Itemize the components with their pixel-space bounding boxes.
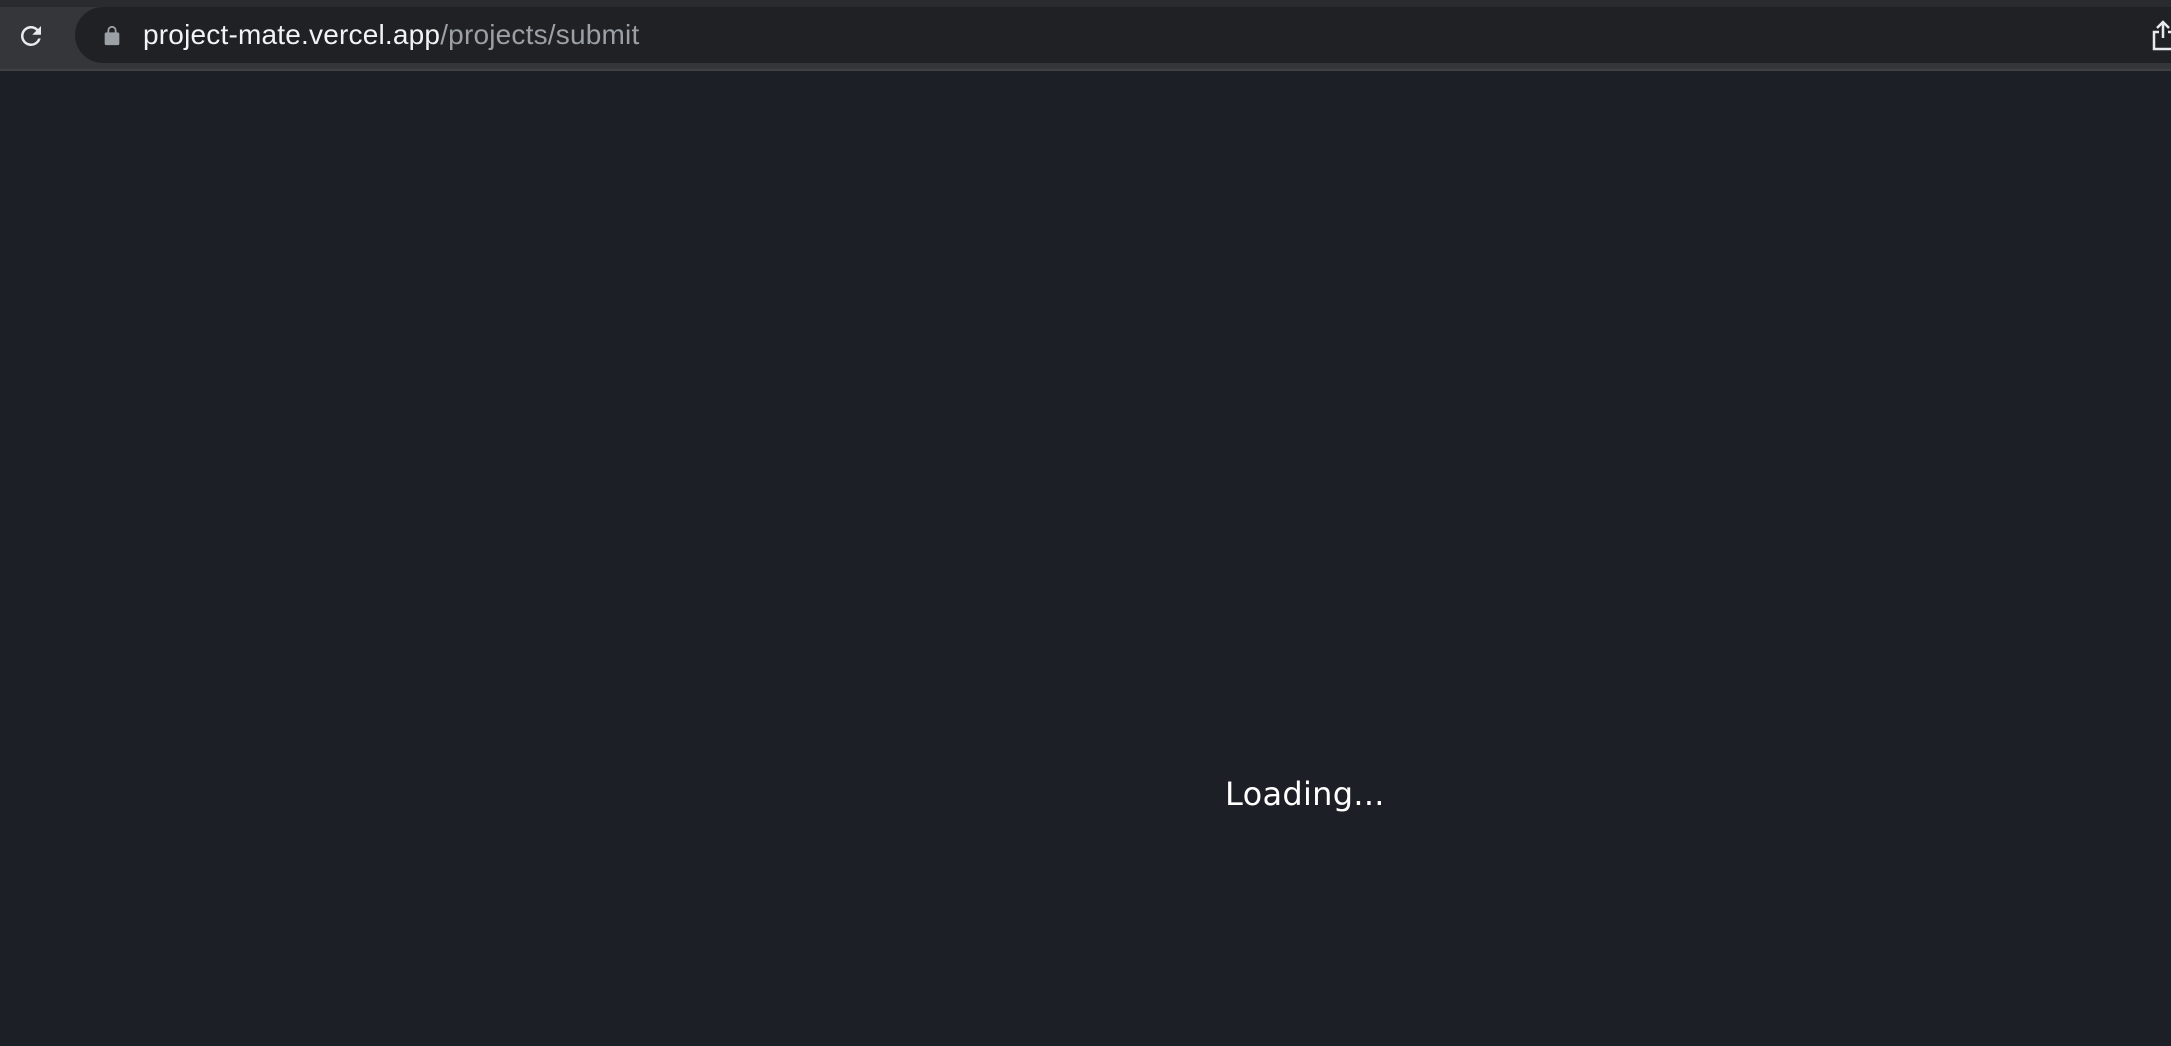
page-content: Loading... [0,71,2171,1046]
url-text[interactable]: project-mate.vercel.app/projects/submit [143,7,639,63]
reload-button[interactable] [12,17,50,55]
browser-toolbar: project-mate.vercel.app/projects/submit [0,0,2171,71]
address-bar[interactable]: project-mate.vercel.app/projects/submit [75,7,2171,63]
lock-icon [104,25,120,46]
url-path: /projects/submit [440,19,640,50]
tab-strip-edge [0,0,2171,7]
loading-indicator: Loading... [1225,775,1385,813]
reload-icon [21,25,41,46]
url-host: project-mate.vercel.app [143,19,441,50]
share-icon[interactable] [2150,18,2171,52]
